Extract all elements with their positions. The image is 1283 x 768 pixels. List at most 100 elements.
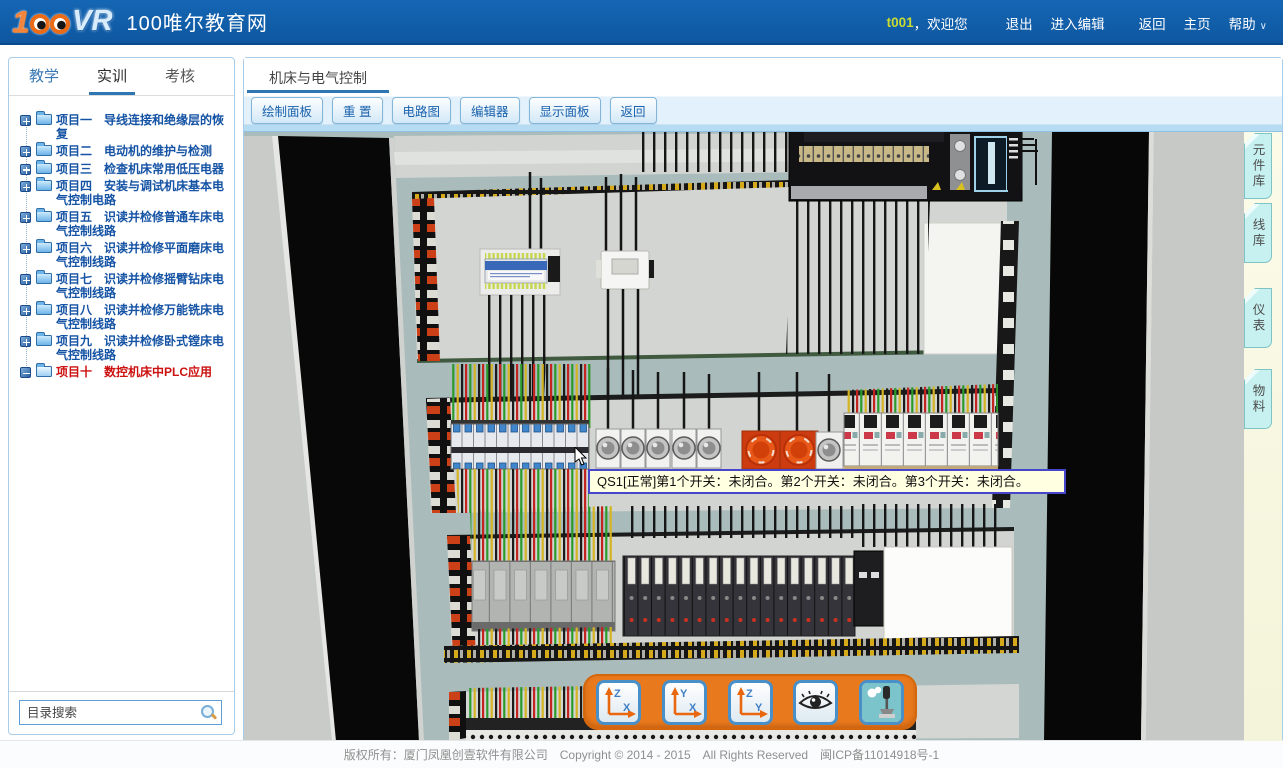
tab-materials[interactable]: 物料 (1244, 369, 1272, 429)
search-input[interactable] (19, 700, 222, 725)
relay-group[interactable] (844, 384, 998, 473)
eye-icon (796, 683, 835, 722)
logo-text-1: 1 (12, 4, 29, 40)
cabinet-3d-scene[interactable] (244, 132, 1244, 741)
sidebar: 教学 实训 考核 项目一 导线连接和绝缘层的恢复 项目二 电动机的维护与检测 项… (8, 57, 235, 735)
tree-item-project8[interactable]: 项目八 识读并检修万能铣床电气控制线路 (9, 304, 230, 331)
search-icon[interactable] (200, 704, 217, 721)
welcome-text: ，欢迎您 (914, 13, 968, 33)
tab-machine-electric-control[interactable]: 机床与电气控制 (247, 58, 389, 93)
view-eye-button[interactable] (793, 680, 838, 725)
tool-button[interactable] (859, 680, 904, 725)
mouse-cursor (574, 447, 590, 467)
view-zy-button[interactable]: Z Y (728, 680, 773, 725)
tree-item-label: 项目五 识读并检修普通车床电气控制线路 (56, 210, 224, 238)
tree-item-project2[interactable]: 项目二 电动机的维护与检测 (9, 145, 230, 159)
tab-training-active[interactable]: 实训 (89, 58, 135, 95)
view-toolbar: Z X Y X (583, 674, 917, 730)
chevron-down-icon: ∨ (1260, 21, 1267, 32)
tab-wire-library[interactable]: 线库 (1244, 203, 1272, 263)
estop-buttons[interactable] (742, 431, 843, 469)
tree-item-project10-selected[interactable]: 项目十 数控机床中PLC应用 (9, 366, 230, 380)
view-zx-button[interactable]: Z X (596, 680, 641, 725)
tree-item-project7[interactable]: 项目七 识读并检修摇臂钻床电气控制线路 (9, 273, 230, 300)
project-tree: 项目一 导线连接和绝缘层的恢复 项目二 电动机的维护与检测 项目三 检查机床常用… (9, 104, 234, 688)
collapse-icon[interactable] (20, 367, 31, 378)
content-tabbar: 机床与电气控制 (244, 58, 1282, 96)
help-link[interactable]: 帮助∨ (1229, 13, 1267, 33)
view-yx-button[interactable]: Y X (662, 680, 707, 725)
axis-right-label: X (689, 702, 697, 714)
expand-icon[interactable] (20, 305, 31, 316)
screwdriver-tool-icon (862, 683, 901, 722)
tree-item-project4[interactable]: 项目四 安装与调试机床基本电气控制电路 (9, 180, 230, 207)
axis-right-label: Y (755, 702, 763, 714)
tree-item-label: 项目六 识读并检修平面磨床电气控制线路 (56, 241, 224, 269)
gray-button[interactable] (672, 429, 696, 468)
folder-icon (36, 273, 52, 284)
reset-button[interactable]: 重 置 (332, 97, 382, 124)
gray-button[interactable] (646, 429, 670, 468)
expand-icon[interactable] (20, 243, 31, 254)
show-panel-button[interactable]: 显示面板 (529, 97, 601, 124)
enter-edit-link[interactable]: 进入编辑 (1051, 13, 1105, 33)
tree-item-project6[interactable]: 项目六 识读并检修平面磨床电气控制线路 (9, 242, 230, 269)
expand-icon[interactable] (20, 115, 31, 126)
gray-button[interactable] (816, 432, 843, 469)
axis-right-label: X (623, 702, 631, 714)
library-tab-strip: 元件库 线库 仪表 物料 (1244, 132, 1282, 741)
logo-text-vr: VR (72, 5, 112, 38)
circuit-diagram-button[interactable]: 电路图 (392, 97, 452, 124)
tree-item-project5[interactable]: 项目五 识读并检修普通车床电气控制线路 (9, 211, 230, 238)
site-logo[interactable]: 1 VR (12, 4, 113, 40)
editor-button[interactable]: 编辑器 (460, 97, 520, 124)
tab-teaching[interactable]: 教学 (21, 58, 67, 95)
plc-wire-fan (786, 201, 930, 354)
folder-icon (36, 304, 52, 315)
tree-item-label: 项目十 数控机床中PLC应用 (56, 365, 212, 379)
tree-item-project3[interactable]: 项目三 检查机床常用低压电器 (9, 163, 230, 177)
switch-status-tooltip: QS1[正常]第1个开关：未闭合。第2个开关：未闭合。第3个开关：未闭合。 (588, 469, 1066, 494)
tab-component-library[interactable]: 元件库 (1244, 133, 1272, 199)
tree-item-project1[interactable]: 项目一 导线连接和绝缘层的恢复 (9, 114, 230, 141)
logout-link[interactable]: 退出 (1006, 13, 1033, 33)
content-toolbar: 绘制面板 重 置 电路图 编辑器 显示面板 返回 (244, 96, 1282, 125)
tree-item-label: 项目九 识读并检修卧式镗床电气控制线路 (56, 334, 224, 362)
back-link[interactable]: 返回 (1139, 13, 1166, 33)
logo-eye-icon (50, 14, 70, 34)
tab-assessment[interactable]: 考核 (157, 58, 203, 95)
tree-item-label: 项目二 电动机的维护与检测 (56, 144, 212, 158)
content-panel: 机床与电气控制 绘制面板 重 置 电路图 编辑器 显示面板 返回 (243, 57, 1283, 740)
tree-item-label: 项目四 安装与调试机床基本电气控制电路 (56, 179, 224, 207)
expand-icon[interactable] (20, 164, 31, 175)
open-folder-icon (36, 366, 52, 377)
gray-button[interactable] (621, 429, 645, 468)
return-button[interactable]: 返回 (610, 97, 657, 124)
footer: 版权所有：厦门凤凰创壹软件有限公司 Copyright © 2014 - 201… (0, 740, 1283, 768)
logo-eye-icon (30, 14, 50, 34)
sidebar-tabs: 教学 实训 考核 (9, 58, 234, 96)
folder-icon (36, 242, 52, 253)
folder-icon (36, 180, 52, 191)
header-links: t001 ，欢迎您 退出 进入编辑 返回 主页 帮助∨ (887, 0, 1267, 45)
expand-icon[interactable] (20, 274, 31, 285)
3d-viewport[interactable]: 元件库 线库 仪表 物料 QS1[正常]第1个开关：未闭合。第2个开关：未闭合。… (244, 125, 1282, 741)
page: 1 VR 100唯尔教育网 t001 ，欢迎您 退出 进入编辑 返回 主页 帮助… (0, 0, 1283, 768)
catalog-search (19, 700, 222, 725)
expand-icon[interactable] (20, 181, 31, 192)
viewport-top-strip (244, 125, 1282, 132)
draw-panel-button[interactable]: 绘制面板 (251, 97, 323, 124)
tree-item-project9[interactable]: 项目九 识读并检修卧式镗床电气控制线路 (9, 335, 230, 362)
tab-instruments[interactable]: 仪表 (1244, 288, 1272, 348)
breaker-row[interactable] (451, 364, 592, 513)
axis-up-label: Z (746, 688, 753, 700)
gray-button[interactable] (697, 429, 721, 468)
home-link[interactable]: 主页 (1184, 13, 1211, 33)
plc-unit[interactable] (789, 132, 1038, 201)
username: t001 (887, 15, 914, 30)
expand-icon[interactable] (20, 336, 31, 347)
site-title: 100唯尔教育网 (127, 7, 268, 36)
expand-icon[interactable] (20, 146, 31, 157)
expand-icon[interactable] (20, 212, 31, 223)
gray-button[interactable] (596, 429, 620, 468)
